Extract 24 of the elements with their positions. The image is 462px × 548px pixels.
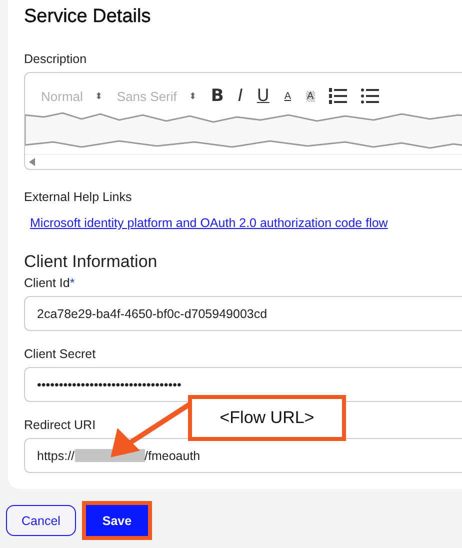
help-link[interactable]: Microsoft identity platform and OAuth 2.0 authorization code flow bbox=[30, 216, 388, 230]
highlight-button[interactable]: A bbox=[306, 90, 315, 102]
save-button[interactable]: Save bbox=[86, 505, 148, 536]
input-field[interactable]: ••••••••••••••••••••••••••••••••• bbox=[24, 367, 462, 402]
field-label: Client Id* bbox=[24, 276, 76, 290]
section-title: Service Details bbox=[24, 6, 152, 28]
italic-button[interactable]: I bbox=[238, 87, 243, 105]
section-title: Client Information bbox=[24, 252, 158, 272]
field-label: Description bbox=[24, 52, 88, 66]
toolbar-select[interactable]: Normal ⬍ bbox=[41, 88, 103, 104]
text-color-button[interactable]: A bbox=[283, 90, 292, 102]
bullet-list-icon[interactable] bbox=[360, 87, 379, 105]
cancel-button[interactable]: Cancel bbox=[6, 505, 76, 536]
input-field[interactable]: 2ca78e29-ba4f-4650-bf0c-d705949003cd bbox=[24, 296, 462, 331]
scroll-left-icon[interactable] bbox=[29, 158, 35, 166]
toolbar-select[interactable]: Sans Serif ⬍ bbox=[116, 88, 197, 104]
callout-label: <Flow URL> bbox=[188, 395, 346, 441]
field-label: Redirect URI bbox=[24, 418, 97, 432]
bold-button[interactable]: B bbox=[210, 87, 224, 105]
underline-button[interactable]: U bbox=[256, 87, 270, 105]
field-label: External Help Links bbox=[24, 190, 133, 204]
field-label: Client Secret bbox=[24, 347, 97, 361]
ordered-list-icon[interactable] bbox=[328, 87, 347, 105]
rich-text-editor[interactable]: Normal ⬍ Sans Serif ⬍ B I U A A bbox=[24, 72, 462, 170]
